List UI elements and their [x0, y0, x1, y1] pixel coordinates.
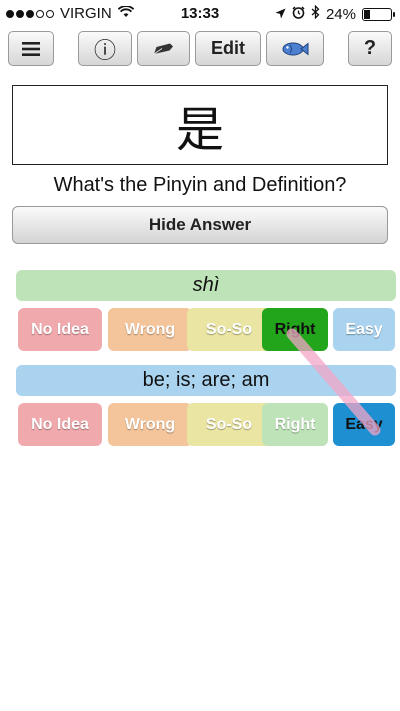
edit-button[interactable]: Edit — [195, 31, 261, 66]
pen-nib-icon — [153, 42, 175, 56]
info-button[interactable]: ⓘ — [78, 31, 132, 66]
toolbar: ⓘ Edit ? — [0, 31, 400, 67]
definition-text: be; is; are; am — [142, 369, 270, 391]
fish-icon — [281, 41, 309, 57]
pen-button[interactable] — [137, 31, 190, 66]
definition-grade-row: No Idea Wrong So-So Right Easy — [18, 403, 396, 446]
pinyin-no-idea-button[interactable]: No Idea — [18, 308, 102, 351]
bluetooth-icon — [311, 4, 320, 23]
alarm-clock-icon — [292, 5, 305, 23]
definition-so-so-button[interactable]: So-So — [187, 403, 271, 446]
hide-answer-label: Hide Answer — [148, 215, 252, 234]
edit-label: Edit — [211, 38, 245, 58]
pinyin-grade-row: No Idea Wrong So-So Right Easy — [18, 308, 396, 351]
status-bar: VIRGIN 13:33 24% — [0, 0, 400, 28]
character-card: 是 — [12, 85, 388, 165]
location-arrow-icon — [275, 6, 286, 23]
pinyin-wrong-button[interactable]: Wrong — [108, 308, 192, 351]
definition-answer: be; is; are; am — [16, 365, 396, 396]
definition-right-button[interactable]: Right — [262, 403, 328, 446]
definition-easy-button[interactable]: Easy — [333, 403, 395, 446]
pinyin-so-so-button[interactable]: So-So — [187, 308, 271, 351]
battery-icon — [362, 7, 395, 21]
battery-percent: 24% — [325, 5, 356, 23]
status-right: 24% — [275, 4, 395, 23]
pinyin-easy-button[interactable]: Easy — [333, 308, 395, 351]
help-label: ? — [363, 37, 377, 59]
help-button[interactable]: ? — [348, 31, 392, 66]
fish-button[interactable] — [266, 31, 324, 66]
menu-button[interactable] — [8, 31, 54, 66]
pinyin-answer: shì — [16, 270, 396, 301]
hide-answer-button[interactable]: Hide Answer — [12, 206, 388, 244]
menu-icon — [22, 41, 40, 56]
question-prompt: What's the Pinyin and Definition? — [53, 174, 347, 196]
hanzi-character: 是 — [175, 102, 224, 158]
definition-no-idea-button[interactable]: No Idea — [18, 403, 102, 446]
definition-wrong-button[interactable]: Wrong — [108, 403, 192, 446]
pinyin-text: shì — [192, 274, 220, 296]
pinyin-right-button[interactable]: Right — [262, 308, 328, 351]
info-icon: ⓘ — [93, 37, 116, 63]
